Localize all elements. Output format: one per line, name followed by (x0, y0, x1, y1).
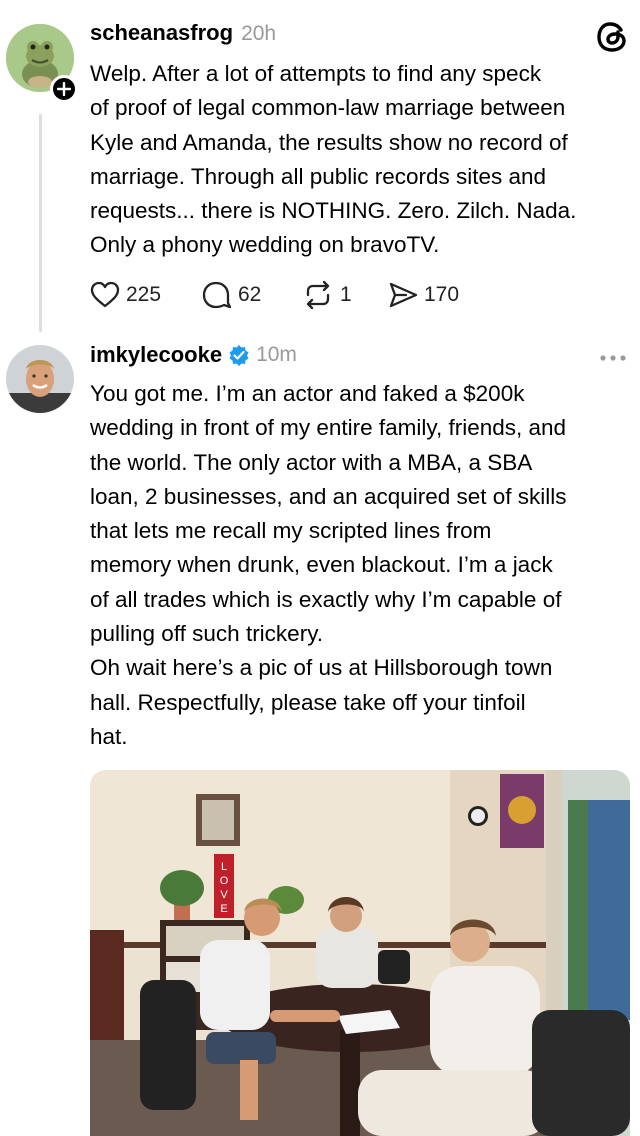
office-photo-illustration: L O V E (90, 770, 630, 1136)
text-line: hall. Respectfully, please take off your… (90, 689, 526, 715)
repost-count: 1 (340, 283, 352, 306)
text-line: of proof of legal common-law marriage be… (90, 95, 566, 121)
timestamp: 10m (256, 343, 297, 366)
text-line: requests... there is NOTHING. Zero. Zilc… (90, 198, 577, 224)
verified-badge-icon (229, 345, 249, 366)
share-count: 170 (424, 283, 460, 306)
comment-button[interactable]: 62 (202, 281, 261, 309)
attached-photo[interactable]: L O V E (90, 770, 630, 1136)
love-sign-letter-4: E (220, 903, 227, 915)
text-line: Oh wait here’s a pic of us at Hillsborou… (90, 655, 553, 681)
thread-line (39, 114, 42, 332)
share-icon (389, 282, 418, 308)
threads-logo-icon[interactable] (596, 20, 630, 54)
text-line: marriage. Through all public records sit… (90, 163, 547, 189)
follow-plus-icon[interactable] (50, 75, 78, 103)
more-options-icon[interactable] (598, 350, 628, 361)
text-line: loan, 2 businesses, and an acquired set … (90, 483, 567, 509)
text-line: hat. (90, 723, 128, 749)
text-line: Kyle and Amanda, the results show no rec… (90, 129, 568, 155)
kyle-avatar-image (6, 345, 74, 413)
text-line: Only a phony wedding on bravoTV. (90, 232, 440, 258)
love-sign-letter-2: O (220, 875, 229, 887)
share-button[interactable]: 170 (388, 281, 459, 309)
comment-icon (202, 281, 232, 309)
text-line: wedding in front of my entire family, fr… (90, 415, 567, 441)
text-line: pulling off such trickery. (90, 621, 324, 647)
heart-icon (90, 281, 120, 308)
post-1-text: Welp. After a lot of attempts to find an… (90, 57, 635, 263)
text-line: Welp. After a lot of attempts to find an… (90, 61, 542, 86)
love-sign-letter-3: V (220, 889, 228, 901)
love-sign-letter-1: L (221, 861, 227, 873)
username[interactable]: scheanasfrog (90, 20, 233, 46)
timestamp: 20h (241, 22, 277, 45)
text-line: memory when drunk, even blackout. I’m a … (90, 552, 553, 578)
avatar-imkylecooke[interactable] (6, 345, 74, 413)
text-line: You got me. I’m an actor and faked a $20… (90, 381, 525, 406)
comment-count: 62 (238, 283, 262, 306)
post-2-header: imkylecooke 10m (90, 342, 297, 368)
post-2-text: You got me. I’m an actor and faked a $20… (90, 377, 635, 754)
text-line: the world. The only actor with a MBA, a … (90, 449, 533, 475)
repost-button[interactable]: 1 (302, 281, 352, 309)
like-button[interactable]: 225 (90, 281, 161, 309)
repost-icon (306, 281, 330, 309)
text-line: that lets me recall my scripted lines fr… (90, 518, 492, 544)
text-line: of all trades which is exactly why I’m c… (90, 586, 562, 612)
like-count: 225 (126, 283, 162, 306)
username[interactable]: imkylecooke (90, 342, 222, 368)
post-1-header: scheanasfrog 20h (90, 20, 276, 46)
